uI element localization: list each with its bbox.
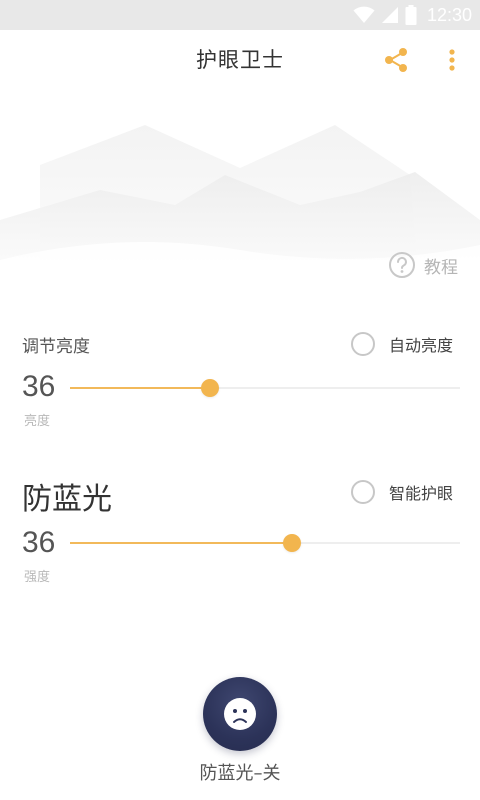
- brightness-slider[interactable]: [70, 376, 460, 400]
- slider-thumb[interactable]: [283, 534, 302, 552]
- tutorial-button[interactable]: 教程: [388, 250, 458, 280]
- blue-light-title: 防蓝光: [22, 482, 112, 517]
- share-button[interactable]: [378, 42, 414, 78]
- signal-icon: [381, 7, 398, 23]
- blue-light-value: 36: [22, 526, 56, 559]
- brightness-value: 36: [22, 370, 56, 403]
- battery-icon: [405, 5, 417, 25]
- wifi-icon: [353, 6, 375, 23]
- brightness-unit: 亮度: [24, 414, 51, 429]
- blue-light-toggle-button[interactable]: [203, 677, 277, 751]
- blue-light-status-label: 防蓝光–关: [199, 763, 281, 784]
- smart-eye-care-toggle[interactable]: 智能护眼: [351, 480, 453, 504]
- slider-thumb[interactable]: [201, 379, 220, 397]
- sad-face-icon: [224, 698, 256, 730]
- blue-light-slider[interactable]: [70, 531, 460, 555]
- status-time: 12:30: [426, 4, 472, 25]
- share-icon: [385, 48, 407, 72]
- smart-eye-care-radio[interactable]: [351, 480, 375, 504]
- auto-brightness-label: 自动亮度: [389, 336, 454, 355]
- smart-eye-care-label: 智能护眼: [389, 484, 454, 503]
- slider-fill: [70, 542, 293, 544]
- auto-brightness-radio[interactable]: [351, 332, 375, 356]
- brightness-title: 调节亮度: [22, 337, 90, 357]
- slider-fill: [70, 387, 211, 389]
- app-bar: 护眼卫士: [0, 30, 480, 88]
- more-menu-button[interactable]: [438, 42, 466, 78]
- blue-light-unit: 强度: [24, 570, 51, 585]
- help-circle-icon: [389, 252, 415, 278]
- more-vert-icon: [449, 49, 455, 71]
- status-icons: 12:30: [353, 0, 472, 30]
- status-bar: 12:30: [0, 0, 480, 30]
- auto-brightness-toggle[interactable]: 自动亮度: [351, 332, 453, 356]
- tutorial-label: 教程: [424, 257, 458, 278]
